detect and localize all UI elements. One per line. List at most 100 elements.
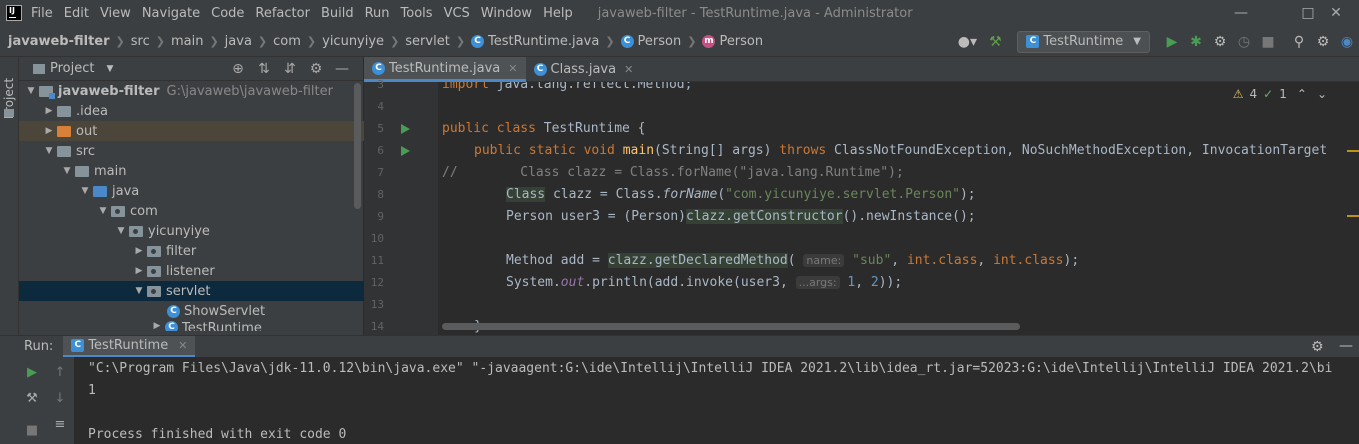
chevron-down-icon[interactable]: ▼ bbox=[77, 186, 93, 196]
menu-code[interactable]: Code bbox=[211, 6, 244, 21]
stop-icon[interactable]: ■ bbox=[1257, 31, 1279, 53]
tree-item-src[interactable]: ▼ src bbox=[19, 141, 364, 161]
hide-icon[interactable]: — bbox=[329, 61, 355, 77]
tree-item-idea[interactable]: ▶ .idea bbox=[19, 101, 364, 121]
gear-icon[interactable]: ⚙ bbox=[1312, 31, 1334, 53]
tree-item-label: ShowServlet bbox=[184, 303, 266, 319]
close-tab-icon[interactable]: ✕ bbox=[178, 339, 187, 352]
rerun-icon[interactable]: ▶ bbox=[22, 365, 42, 380]
breadcrumb-file[interactable]: TestRuntime.java bbox=[488, 34, 599, 49]
chevron-down-icon[interactable]: ▼ bbox=[131, 286, 147, 296]
search-icon[interactable]: ⚲ bbox=[1288, 31, 1310, 53]
menu-vcs[interactable]: VCS bbox=[444, 6, 470, 21]
breadcrumb-project[interactable]: javaweb-filter bbox=[8, 34, 110, 49]
run-configuration-select[interactable]: C TestRuntime ▼ bbox=[1017, 30, 1150, 53]
breadcrumb-src[interactable]: src bbox=[131, 34, 150, 49]
chevron-down-icon[interactable]: ▼ bbox=[23, 86, 39, 96]
collapse-all-icon[interactable]: ⇵ bbox=[277, 61, 303, 77]
arrow-down-icon[interactable]: ↓ bbox=[50, 391, 70, 406]
stop-icon[interactable]: ■ bbox=[22, 423, 42, 438]
chevron-down-icon[interactable]: ▼ bbox=[106, 64, 113, 74]
close-tab-icon[interactable]: ✕ bbox=[624, 63, 633, 76]
tree-item-java[interactable]: ▼ java bbox=[19, 181, 364, 201]
hide-icon[interactable]: — bbox=[1339, 338, 1353, 354]
soft-wrap-icon[interactable]: ≡ bbox=[50, 417, 70, 432]
chevron-right-icon[interactable]: ▶ bbox=[149, 321, 165, 331]
code-area[interactable]: import java.lang.reflect.Method; public … bbox=[438, 82, 1359, 335]
coverage-icon[interactable]: ⚙ bbox=[1209, 31, 1231, 53]
tree-item-listener[interactable]: ▶ listener bbox=[19, 261, 364, 281]
structure-tool-icon[interactable] bbox=[4, 109, 14, 117]
menu-view[interactable]: View bbox=[100, 6, 131, 21]
menu-run[interactable]: Run bbox=[365, 6, 390, 21]
tree-item-testruntime[interactable]: ▶ C TestRuntime bbox=[19, 321, 364, 331]
project-scrollbar[interactable] bbox=[354, 83, 361, 209]
editor-horizontal-scrollbar[interactable] bbox=[442, 323, 1020, 330]
breadcrumb-class[interactable]: Person bbox=[638, 34, 682, 49]
tab-class-java[interactable]: C Class.java ✕ bbox=[526, 57, 642, 82]
code-text: Class bbox=[506, 187, 546, 202]
tree-item-servlet[interactable]: ▼ servlet bbox=[19, 281, 364, 301]
menu-tools[interactable]: Tools bbox=[401, 6, 433, 21]
profile-icon[interactable]: ◷ bbox=[1233, 31, 1255, 53]
chevron-down-icon[interactable]: ⌄ bbox=[1317, 87, 1327, 101]
menu-window[interactable]: Window bbox=[481, 6, 532, 21]
tree-item-label: main bbox=[94, 163, 127, 179]
gear-icon[interactable]: ⚙ bbox=[1311, 339, 1324, 355]
menu-build[interactable]: Build bbox=[321, 6, 354, 21]
chevron-right-icon[interactable]: ▶ bbox=[41, 126, 57, 136]
chevron-right-icon: ❯ bbox=[155, 34, 165, 48]
menu-navigate[interactable]: Navigate bbox=[142, 6, 200, 21]
tree-item-filter[interactable]: ▶ filter bbox=[19, 241, 364, 261]
console-output[interactable]: "C:\Program Files\Java\jdk-11.0.12\bin\j… bbox=[74, 357, 1359, 444]
menu-file[interactable]: File bbox=[31, 6, 53, 21]
chevron-down-icon[interactable]: ▼ bbox=[113, 226, 129, 236]
locate-icon[interactable]: ⊕ bbox=[225, 61, 251, 77]
tree-item-com[interactable]: ▼ com bbox=[19, 201, 364, 221]
chevron-right-icon[interactable]: ▶ bbox=[131, 266, 147, 276]
expand-all-icon[interactable]: ⇅ bbox=[251, 61, 277, 77]
breadcrumb-java[interactable]: java bbox=[225, 34, 252, 49]
breadcrumb-method[interactable]: Person bbox=[719, 34, 763, 49]
tab-testruntime[interactable]: C TestRuntime.java ✕ bbox=[364, 57, 526, 82]
menu-refactor[interactable]: Refactor bbox=[255, 6, 310, 21]
tree-item-root[interactable]: ▼ javaweb-filter G:\javaweb\javaweb-filt… bbox=[19, 81, 364, 101]
arrow-up-icon[interactable]: ↑ bbox=[50, 365, 70, 380]
class-icon: C bbox=[167, 304, 180, 318]
line-number: 7 bbox=[377, 166, 384, 179]
breadcrumb-servlet[interactable]: servlet bbox=[405, 34, 450, 49]
minimize-icon[interactable]: — bbox=[1218, 0, 1264, 26]
project-panel-title[interactable]: Project bbox=[50, 61, 94, 76]
code-with-me-icon[interactable]: ◉ bbox=[1336, 31, 1358, 53]
run-gutter-icon[interactable] bbox=[401, 146, 410, 156]
menu-help[interactable]: Help bbox=[543, 6, 573, 21]
error-stripe-mark[interactable] bbox=[1347, 215, 1359, 217]
run-icon[interactable]: ▶ bbox=[1161, 31, 1183, 53]
breadcrumb-main[interactable]: main bbox=[171, 34, 203, 49]
hammer-icon[interactable]: ⚒ bbox=[984, 31, 1006, 53]
run-gutter-icon[interactable] bbox=[401, 124, 410, 134]
close-tab-icon[interactable]: ✕ bbox=[508, 62, 517, 75]
chevron-right-icon[interactable]: ▶ bbox=[131, 246, 147, 256]
tree-item-showservlet[interactable]: C ShowServlet bbox=[19, 301, 364, 321]
run-tab-testruntime[interactable]: C TestRuntime ✕ bbox=[63, 335, 196, 358]
error-stripe-mark[interactable] bbox=[1347, 150, 1359, 152]
wrench-icon[interactable]: ⚒ bbox=[22, 391, 42, 406]
tree-item-out[interactable]: ▶ out bbox=[19, 121, 364, 141]
menu-edit[interactable]: Edit bbox=[64, 6, 89, 21]
code-text: System. bbox=[506, 275, 561, 290]
debug-icon[interactable]: ✱ bbox=[1185, 31, 1207, 53]
chevron-up-icon[interactable]: ⌃ bbox=[1297, 87, 1307, 101]
breadcrumb-yicunyiye[interactable]: yicunyiye bbox=[322, 34, 384, 49]
tree-item-yicunyiye[interactable]: ▼ yicunyiye bbox=[19, 221, 364, 241]
gear-icon[interactable]: ⚙ bbox=[303, 61, 329, 77]
inspection-widget[interactable]: ⚠ 4 ✓ 1 ⌃ ⌄ bbox=[1233, 87, 1333, 101]
tree-item-main[interactable]: ▼ main bbox=[19, 161, 364, 181]
chevron-down-icon[interactable]: ▼ bbox=[59, 166, 75, 176]
chevron-right-icon[interactable]: ▶ bbox=[41, 106, 57, 116]
chevron-down-icon[interactable]: ▼ bbox=[95, 206, 111, 216]
chevron-down-icon[interactable]: ▼ bbox=[41, 146, 57, 156]
breadcrumb-com[interactable]: com bbox=[273, 34, 301, 49]
close-icon[interactable]: ✕ bbox=[1313, 0, 1359, 26]
user-icon[interactable]: ●▾ bbox=[952, 31, 982, 53]
